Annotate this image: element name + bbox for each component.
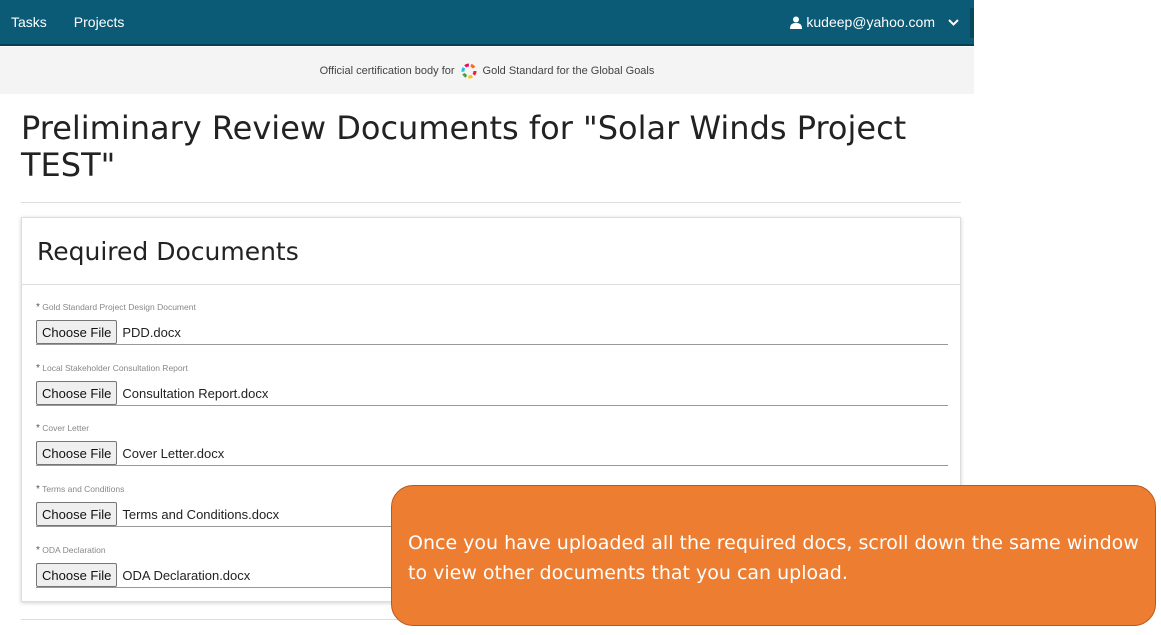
field-label-text: Local Stakeholder Consultation Report [42, 363, 188, 373]
required-marker: * [36, 423, 40, 434]
nav-projects-link[interactable]: Projects [74, 14, 125, 30]
file-input-row: Choose File Consultation Report.docx [36, 381, 948, 406]
user-icon [790, 16, 803, 29]
navbar-edge [970, 8, 974, 38]
field-label-text: Gold Standard Project Design Document [42, 302, 196, 312]
field-cover-letter: * Cover Letter Choose File Cover Letter.… [36, 423, 948, 466]
field-pdd: * Gold Standard Project Design Document … [36, 302, 948, 345]
chevron-down-icon[interactable] [947, 16, 960, 29]
user-email: kudeep@yahoo.com [806, 14, 935, 30]
required-marker: * [36, 363, 40, 374]
page-title: Preliminary Review Documents for "Solar … [21, 109, 907, 184]
selected-file-name: Terms and Conditions.docx [122, 506, 280, 522]
choose-file-button[interactable]: Choose File [36, 441, 118, 465]
field-label-text: ODA Declaration [42, 545, 106, 555]
required-marker: * [36, 302, 40, 313]
cert-org-name: Gold Standard for the Global Goals [482, 64, 655, 77]
panel-title: Required Documents [37, 236, 299, 266]
field-label: * Local Stakeholder Consultation Report [36, 363, 948, 375]
instruction-callout: Once you have uploaded all the required … [391, 485, 1156, 626]
choose-file-button[interactable]: Choose File [36, 381, 118, 405]
field-consultation-report: * Local Stakeholder Consultation Report … [36, 363, 948, 406]
field-label: * Cover Letter [36, 423, 948, 435]
choose-file-button[interactable]: Choose File [36, 502, 118, 526]
gold-standard-logo-icon [461, 63, 477, 78]
file-input-row: Choose File Cover Letter.docx [36, 441, 948, 466]
selected-file-name: PDD.docx [122, 324, 181, 340]
file-input-row: Choose File PDD.docx [36, 320, 948, 345]
choose-file-button[interactable]: Choose File [36, 320, 118, 344]
selected-file-name: Consultation Report.docx [122, 385, 269, 401]
title-divider [21, 202, 961, 203]
user-menu[interactable]: kudeep@yahoo.com [790, 14, 960, 30]
cert-prefix: Official certification body for [319, 64, 455, 77]
field-label-text: Terms and Conditions [42, 484, 125, 494]
callout-text: Once you have uploaded all the required … [408, 532, 1139, 584]
top-navbar: Tasks Projects kudeep@yahoo.com [0, 0, 974, 46]
required-marker: * [36, 484, 40, 495]
selected-file-name: ODA Declaration.docx [122, 567, 251, 583]
choose-file-button[interactable]: Choose File [36, 563, 118, 587]
nav-tasks-link[interactable]: Tasks [11, 14, 47, 30]
certification-bar: Official certification body for Gold Sta… [0, 47, 974, 94]
selected-file-name: Cover Letter.docx [122, 445, 225, 461]
required-marker: * [36, 545, 40, 556]
panel-heading: Required Documents [22, 218, 960, 285]
field-label-text: Cover Letter [42, 423, 90, 433]
field-label: * Gold Standard Project Design Document [36, 302, 948, 314]
